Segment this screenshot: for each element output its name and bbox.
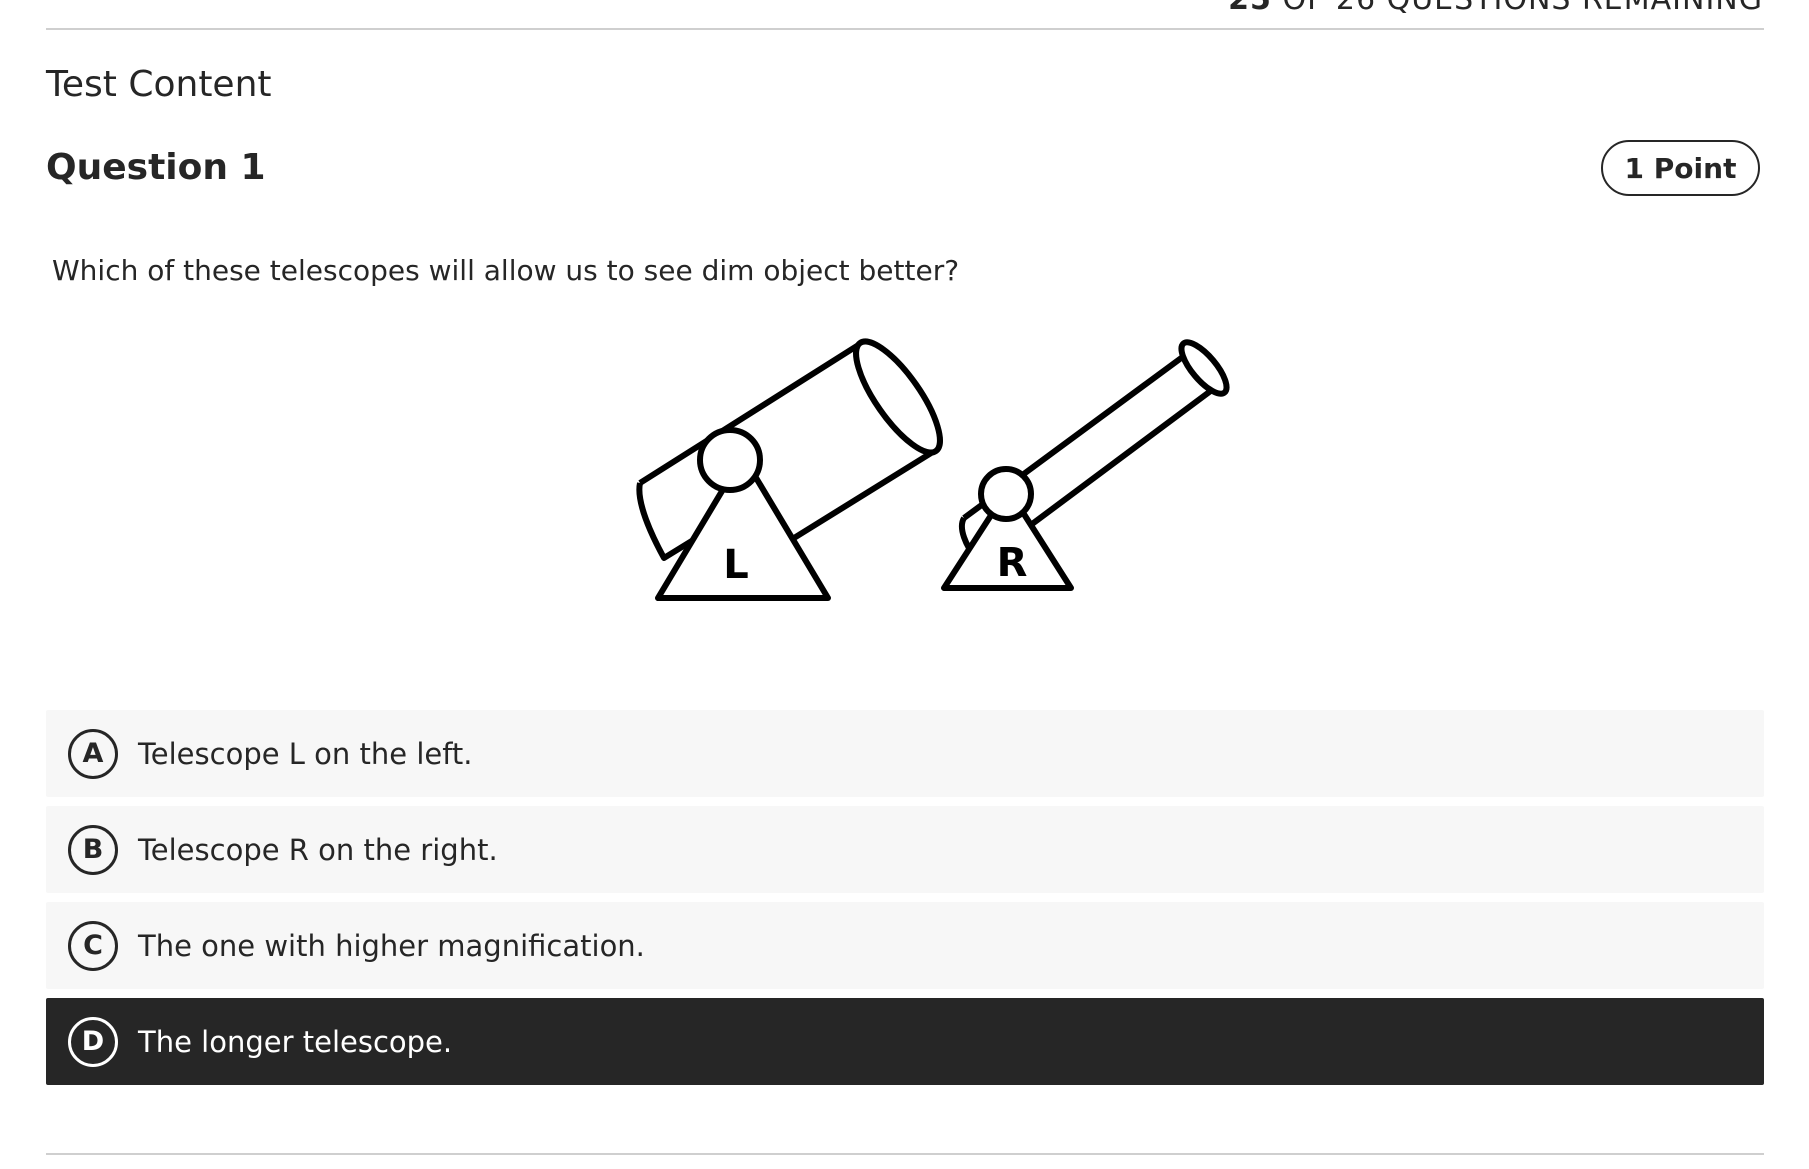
answer-letter-d: D — [68, 1016, 118, 1067]
questions-remaining-counter: 25 OF 26 QUESTIONS REMAINING — [1228, 0, 1763, 17]
answer-options: A Telescope L on the left. B Telescope R… — [46, 710, 1764, 1094]
questions-remaining-count: 25 — [1228, 0, 1272, 17]
telescopes-figure: L R — [636, 338, 1230, 601]
answer-option-b[interactable]: B Telescope R on the right. — [46, 806, 1764, 893]
section-title: Test Content — [46, 64, 272, 105]
telescope-l-illustration — [636, 338, 943, 601]
answer-text-c: The one with higher magnification. — [138, 928, 645, 963]
answer-letter-c: C — [68, 920, 118, 971]
top-divider — [46, 28, 1764, 30]
answer-text-a: Telescope L on the left. — [138, 736, 473, 771]
bottom-divider — [46, 1153, 1764, 1155]
telescope-r-illustration — [941, 339, 1230, 591]
telescope-r-label: R — [997, 540, 1028, 586]
answer-option-d[interactable]: D The longer telescope. — [46, 998, 1764, 1085]
answer-text-d: The longer telescope. — [138, 1024, 453, 1059]
answer-letter-b: B — [68, 824, 118, 875]
telescope-l-label: L — [723, 542, 749, 588]
questions-remaining-text: OF 26 QUESTIONS REMAINING — [1282, 0, 1763, 17]
answer-option-c[interactable]: C The one with higher magnification. — [46, 902, 1764, 989]
question-title: Question 1 — [46, 147, 266, 188]
points-badge: 1 Point — [1601, 140, 1760, 196]
answer-text-b: Telescope R on the right. — [138, 832, 498, 867]
answer-option-a[interactable]: A Telescope L on the left. — [46, 710, 1764, 797]
question-prompt: Which of these telescopes will allow us … — [52, 254, 960, 287]
answer-letter-a: A — [68, 728, 118, 779]
